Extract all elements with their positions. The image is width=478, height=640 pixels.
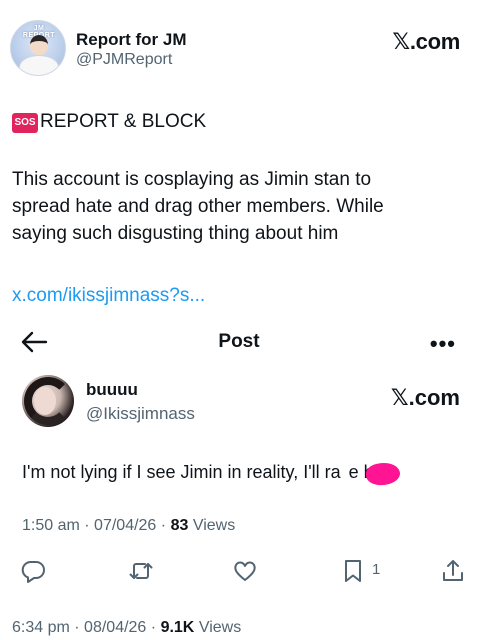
tweet-time: 1:50 am (22, 517, 80, 534)
embedded-tweet-text: I'm not lying if I see Jimin in reality,… (22, 462, 393, 483)
avatar-head (30, 35, 48, 55)
post-date: 08/04/26 (84, 619, 147, 636)
nav-title: Post (218, 331, 260, 352)
avatar[interactable]: JM REPORT (10, 20, 66, 76)
views-label: Views (192, 517, 236, 534)
sos-emoji-icon: SOS (12, 113, 38, 133)
tweet-text-before: I'm not lying if I see Jimin in reality,… (22, 462, 341, 482)
post-body-line: spread hate and drag other members. Whil… (12, 196, 384, 217)
x-logo: 𝕏.com (390, 385, 460, 410)
post-body-line: This account is cosplaying as Jimin stan… (12, 169, 372, 190)
post-body-line: saying such disgusting thing about him (12, 223, 339, 244)
avatar-shoulders (19, 55, 59, 75)
post-time: 6:34 pm (12, 619, 70, 636)
embedded-display-name[interactable]: buuuu (86, 380, 138, 400)
embedded-timestamp: 1:50 am · 07/04/26 · 83 Views (22, 517, 236, 534)
tweet-date: 07/04/26 (94, 517, 157, 534)
bookmark-icon[interactable] (340, 558, 366, 584)
x-logo: 𝕏.com (392, 29, 460, 54)
like-heart-icon[interactable] (232, 558, 258, 584)
post-views-count: 9.1K (160, 619, 195, 636)
bookmark-count: 1 (372, 561, 381, 578)
embedded-avatar[interactable] (22, 375, 74, 427)
redaction-scribble (364, 461, 402, 487)
display-name[interactable]: Report for JM (76, 30, 187, 50)
post-views-label: Views (198, 619, 242, 636)
more-options-icon[interactable]: ••• (430, 331, 456, 357)
share-icon[interactable] (440, 558, 466, 584)
avatar-face (34, 387, 56, 415)
reply-icon[interactable] (20, 558, 46, 584)
repost-icon[interactable] (128, 558, 154, 584)
views-count: 83 (170, 517, 189, 534)
post-link[interactable]: x.com/ikissjimnass?s... (12, 285, 205, 307)
post-body: This account is cosplaying as Jimin stan… (12, 166, 462, 247)
user-handle[interactable]: @PJMReport (76, 51, 172, 69)
embedded-handle[interactable]: @Ikissjimnass (86, 404, 195, 424)
post-title: REPORT & BLOCK (40, 111, 207, 132)
post-timestamp: 6:34 pm · 08/04/26 · 9.1K Views (12, 619, 242, 636)
